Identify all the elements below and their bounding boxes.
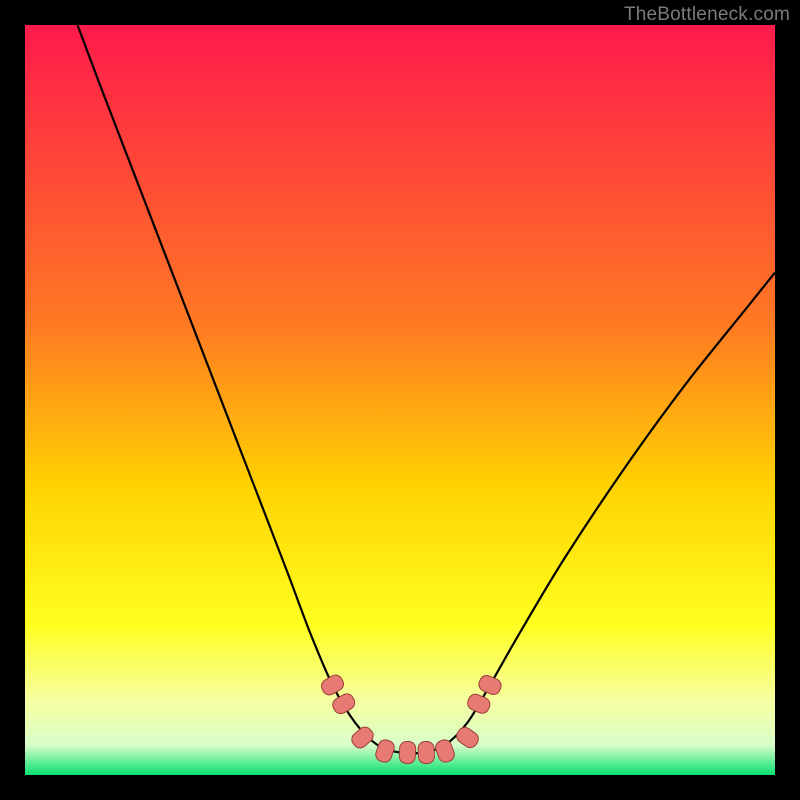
highlight-node — [418, 741, 435, 764]
highlight-node — [399, 741, 416, 764]
plot-area — [25, 25, 775, 775]
bottleneck-chart — [25, 25, 775, 775]
gradient-background — [25, 25, 775, 775]
watermark-label: TheBottleneck.com — [624, 4, 790, 26]
chart-frame: TheBottleneck.com — [0, 0, 800, 800]
